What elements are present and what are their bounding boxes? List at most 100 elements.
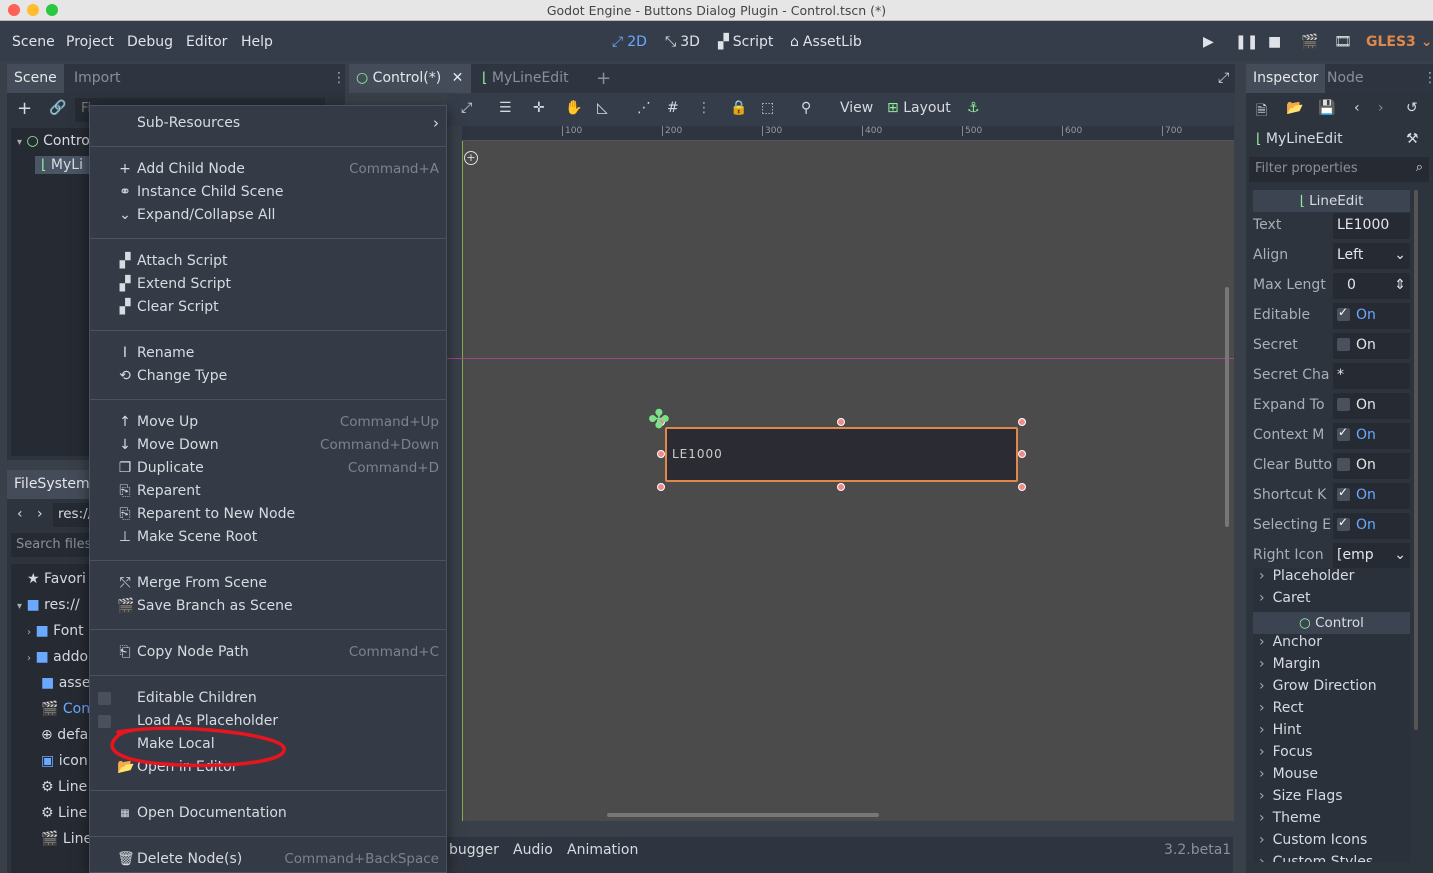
fs-item[interactable]: ⚙ Line (41, 805, 87, 821)
ruler-tool-button[interactable]: ◺ (597, 100, 608, 116)
tab-scene[interactable]: Scene (7, 64, 64, 93)
layout-menu[interactable]: ⊞ Layout (887, 100, 951, 116)
section-anchor[interactable]: › Anchor (1253, 634, 1410, 656)
close-tab-icon[interactable]: ✕ (452, 70, 464, 86)
stop-button[interactable]: ■ (1268, 34, 1281, 50)
tab-filesystem[interactable]: FileSystem (7, 470, 95, 499)
history-button[interactable]: ↺ (1406, 100, 1418, 116)
lineedit-node-preview[interactable]: LE1000 (665, 427, 1018, 482)
maximize-window-button[interactable] (46, 4, 58, 16)
filter-properties-input[interactable]: Filter properties ⌕ (1249, 157, 1429, 182)
menu-item-open-documentation[interactable]: ▦ Open Documentation (90, 802, 446, 825)
secret-checkbox[interactable]: On (1333, 333, 1410, 359)
menu-item-extend-script[interactable]: ▞ Extend Script (90, 273, 446, 296)
secret-character-field[interactable]: * (1333, 363, 1410, 389)
resize-handle[interactable] (657, 483, 665, 491)
pan-tool-button[interactable]: ✋ (565, 100, 582, 116)
bone-button[interactable]: ⚲ (801, 100, 811, 116)
mode-2d-button[interactable]: ⤢ 2D (612, 34, 647, 50)
menu-item-merge-from-scene[interactable]: ⤲ Merge From Scene (90, 572, 446, 595)
lock-button[interactable]: 🔒 (730, 100, 747, 116)
menu-editor[interactable]: Editor (186, 34, 227, 50)
section-hint[interactable]: › Hint (1253, 722, 1410, 744)
resize-handle[interactable] (837, 418, 845, 426)
fs-item[interactable]: 🎬 Line (41, 831, 92, 847)
menu-item-expand-collapse-all[interactable]: ⌄ Expand/Collapse All (90, 204, 446, 227)
text-field[interactable]: LE1000 (1333, 213, 1410, 239)
new-tab-button[interactable]: + (589, 64, 618, 93)
prop-selecting-enabled[interactable]: Selecting EOn (1253, 512, 1410, 540)
section-custom-styles[interactable]: › Custom Styles (1253, 854, 1410, 862)
menu-item-attach-script[interactable]: ▞ Attach Script (90, 250, 446, 273)
fullscreen-button[interactable]: ⤢ (1211, 64, 1236, 93)
zoom-reset-icon[interactable]: + (464, 151, 478, 165)
max-length-spinbox[interactable]: 0 ⇕ (1333, 273, 1410, 299)
select-tool-button[interactable]: ☰ (499, 100, 512, 116)
more-options-icon[interactable]: ⋮ (697, 100, 711, 116)
back-button[interactable]: ‹ (17, 506, 23, 522)
section-grow-direction[interactable]: › Grow Direction (1253, 678, 1410, 700)
mode-script-button[interactable]: ▞ Script (718, 34, 773, 50)
resize-handle[interactable] (1018, 450, 1026, 458)
tab-mylineedit-scene[interactable]: ⌊ MyLineEdit (475, 64, 576, 93)
section-caret[interactable]: › Caret (1253, 590, 1410, 612)
right-icon-select[interactable]: [emp ⌄ (1333, 543, 1410, 569)
prop-max-length[interactable]: Max Lengt 0 ⇕ (1253, 272, 1410, 300)
section-placeholder[interactable]: › Placeholder (1253, 568, 1410, 590)
tab-animation[interactable]: Animation (567, 842, 638, 858)
open-resource-button[interactable]: 📂 (1286, 100, 1303, 116)
expand-to-checkbox[interactable]: On (1333, 393, 1410, 419)
play-custom-scene-button[interactable]: 🎞 (1334, 34, 1352, 50)
tab-node[interactable]: Node (1320, 64, 1371, 93)
resize-handle[interactable] (1018, 418, 1026, 426)
menu-item-move-down[interactable]: ↓ Move Down Command+Down (90, 434, 446, 457)
new-resource-button[interactable]: 🗎 (1256, 100, 1267, 124)
inspected-object[interactable]: ⌊ MyLineEdit (1256, 131, 1343, 147)
history-forward-button[interactable]: › (1378, 100, 1384, 116)
section-mouse[interactable]: › Mouse (1253, 766, 1410, 788)
fs-item[interactable]: ⊕ defa (41, 727, 88, 743)
tab-inspector[interactable]: Inspector (1246, 64, 1326, 93)
menu-item-duplicate[interactable]: ❐ Duplicate Command+D (90, 457, 446, 480)
save-resource-button[interactable]: 💾 (1318, 100, 1335, 116)
fs-item[interactable]: 🎬 Cont (41, 701, 96, 717)
prop-shortcut-keys[interactable]: Shortcut KOn (1253, 482, 1410, 510)
dock-menu-icon[interactable]: ⋮ (1416, 64, 1433, 93)
canvas-viewport[interactable]: + LE1000 ✤ (447, 141, 1234, 821)
section-rect[interactable]: › Rect (1253, 700, 1410, 722)
menu-scene[interactable]: Scene (12, 34, 55, 50)
menu-debug[interactable]: Debug (127, 34, 173, 50)
section-custom-icons[interactable]: › Custom Icons (1253, 832, 1410, 854)
prop-right-icon[interactable]: Right Icon [emp ⌄ (1253, 542, 1410, 570)
prop-text[interactable]: Text LE1000 (1253, 212, 1410, 240)
tab-import[interactable]: Import (67, 64, 127, 93)
editable-checkbox[interactable]: On (1333, 303, 1410, 329)
clear-button-checkbox[interactable]: On (1333, 453, 1410, 479)
menu-item-editable-children[interactable]: Editable Children (90, 687, 446, 710)
renderer-select[interactable]: GLES3 ⌄ (1366, 34, 1432, 50)
menu-item-add-child-node[interactable]: + Add Child Node Command+A (90, 158, 446, 181)
viewport-vscrollbar[interactable] (1225, 287, 1229, 527)
resize-handle[interactable] (1018, 483, 1026, 491)
play-scene-button[interactable]: 🎬 (1301, 34, 1318, 50)
pause-button[interactable]: ❚❚ (1235, 34, 1258, 50)
menu-project[interactable]: Project (66, 34, 114, 50)
menu-item-delete-nodes[interactable]: 🗑 Delete Node(s) Command+BackSpace (90, 848, 446, 871)
prop-expand-to[interactable]: Expand To On (1253, 392, 1410, 420)
prop-clear-button[interactable]: Clear Butto On (1253, 452, 1410, 480)
prop-editable[interactable]: EditableOn (1253, 302, 1410, 330)
tab-debugger[interactable]: bugger (449, 842, 499, 858)
fs-item[interactable]: ▾ ■ res:// (17, 597, 80, 613)
align-select[interactable]: Left ⌄ (1333, 243, 1410, 269)
fs-item[interactable]: ★ Favori (27, 571, 86, 587)
scale-tool-button[interactable]: ⤢ (461, 100, 472, 116)
minimize-window-button[interactable] (27, 4, 39, 16)
menu-item-clear-script[interactable]: ▞ Clear Script (90, 296, 446, 319)
menu-item-sub-resources[interactable]: Sub-Resources › (90, 112, 446, 135)
section-margin[interactable]: › Margin (1253, 656, 1410, 678)
prop-secret-character[interactable]: Secret Cha * (1253, 362, 1410, 390)
inspector-scrollbar[interactable] (1414, 190, 1418, 730)
add-node-button[interactable]: + (17, 98, 32, 119)
object-properties-button[interactable]: ⚒ (1406, 131, 1419, 147)
menu-item-rename[interactable]: I Rename (90, 342, 446, 365)
